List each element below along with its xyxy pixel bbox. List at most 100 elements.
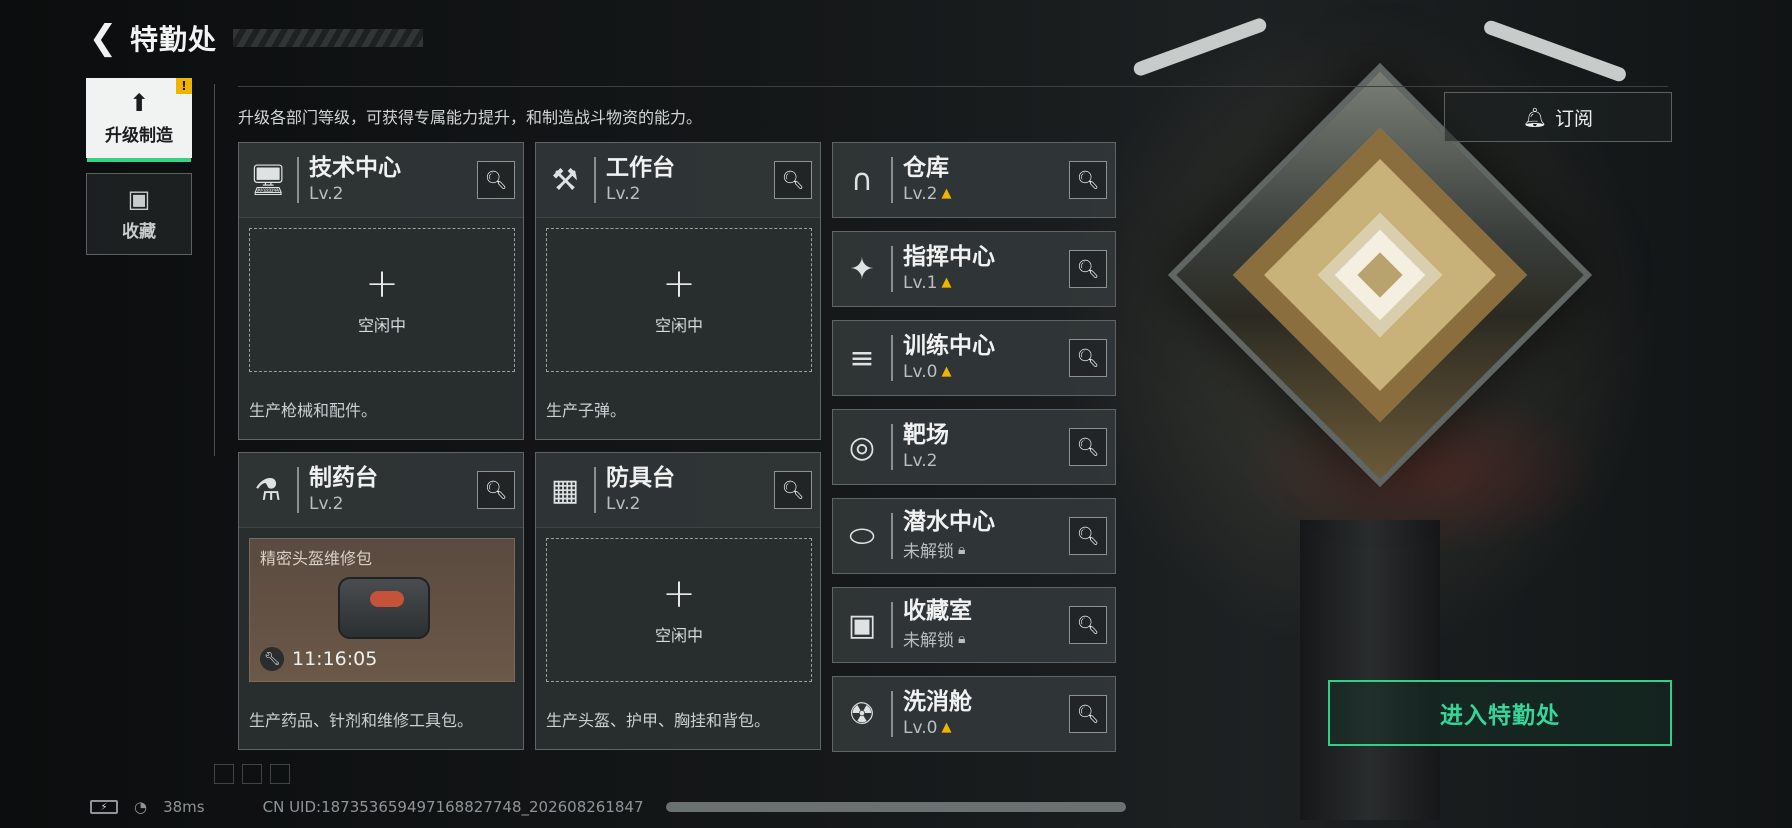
search-icon: 🔍︎ <box>1076 258 1100 280</box>
warehouse-icon: ∩ <box>851 162 873 198</box>
search-button[interactable]: 🔍︎ <box>774 471 812 509</box>
upgrade-icon: ⬆ <box>128 88 150 117</box>
crafting-timer: 11:16:05 <box>292 648 378 670</box>
title-decoration <box>233 29 424 47</box>
product-description: 生产头盔、护甲、胸挂和背包。 <box>546 711 771 730</box>
header: ❮ 特勤处 <box>86 18 424 58</box>
facility-level: 未解锁 <box>903 542 954 563</box>
tab-label: 收藏 <box>122 221 156 242</box>
search-icon: 🔍︎ <box>1076 347 1100 369</box>
facility-level: Lv.0 <box>903 717 938 738</box>
crafting-item-name: 精密头盔维修包 <box>260 549 373 568</box>
plus-icon: + <box>662 571 696 617</box>
upgrade-arrow-icon: ▲ <box>941 275 952 291</box>
search-button[interactable]: 🔍︎ <box>1069 695 1107 733</box>
facility-name: 指挥中心 <box>903 244 995 271</box>
search-icon: 🔍︎ <box>1076 525 1100 547</box>
facility-warehouse[interactable]: ∩ 仓库 Lv.2 ▲ 🔍︎ <box>832 142 1116 218</box>
search-icon: 🔍︎ <box>484 479 508 501</box>
search-icon: 🔍︎ <box>781 479 805 501</box>
search-icon: 🔍︎ <box>781 169 805 191</box>
facility-name: 仓库 <box>903 155 949 182</box>
cube-pillar <box>1300 520 1440 820</box>
search-icon: 🔍︎ <box>1076 436 1100 458</box>
search-button[interactable]: 🔍︎ <box>1069 606 1107 644</box>
search-icon: 🔍︎ <box>1076 703 1100 725</box>
facility-name: 收藏室 <box>903 597 972 624</box>
page-title: 特勤处 <box>130 23 218 56</box>
facility-level: 未解锁 <box>903 631 954 652</box>
back-arrow-icon[interactable]: ❮ <box>86 21 120 55</box>
card-pharmacy: ⚗ 制药台 Lv.2 🔍︎ 精密头盔维修包 🔧︎ 11:16:05 生产药品、针… <box>238 452 524 750</box>
alert-badge: ! <box>176 78 192 94</box>
facility-shooting-range[interactable]: ◎ 靶场 Lv.2 🔍︎ <box>832 409 1116 485</box>
card-level: Lv.2 <box>606 493 641 514</box>
card-name: 工作台 <box>606 155 675 182</box>
card-name: 技术中心 <box>309 155 401 182</box>
facility-name: 训练中心 <box>903 333 995 360</box>
facility-collection-room[interactable]: ▣ 收藏室 未解锁 🔒︎ 🔍︎ <box>832 587 1116 663</box>
workbench-icon: ⚒ <box>551 162 579 198</box>
facility-command-center[interactable]: ✦ 指挥中心 Lv.1 ▲ 🔍︎ <box>832 231 1116 307</box>
status-bar: ⚡ ◔ 38ms CN UID:18735365949716882774​8_2… <box>90 798 644 816</box>
facility-level: Lv.1 <box>903 272 938 293</box>
card-armor-bench: ▦ 防具台 Lv.2 🔍︎ + 空闲中 生产头盔、护甲、胸挂和背包。 <box>535 452 821 750</box>
card-level: Lv.2 <box>309 183 344 204</box>
facility-name: 潜水中心 <box>903 508 995 535</box>
craft-slot-empty[interactable]: + 空闲中 <box>546 538 812 682</box>
search-icon: 🔍︎ <box>484 169 508 191</box>
search-button[interactable]: 🔍︎ <box>1069 517 1107 555</box>
armor-bench-icon: ▦ <box>550 472 580 508</box>
plus-icon: + <box>662 261 696 307</box>
tab-label: 升级制造 <box>105 125 173 146</box>
tab-collection[interactable]: ▣ 收藏 <box>86 173 192 255</box>
facility-name: 洗消舱 <box>903 689 972 716</box>
bell-icon: 🔔︎ <box>1522 106 1548 129</box>
card-level: Lv.2 <box>606 183 641 204</box>
search-button[interactable]: 🔍︎ <box>477 471 515 509</box>
slot-status: 空闲中 <box>654 316 703 335</box>
subscribe-button[interactable]: 🔔︎ 订阅 <box>1444 92 1672 142</box>
helmet-repair-kit-image <box>338 577 430 639</box>
tech-center-icon: 🖥 <box>248 162 288 198</box>
facility-level: Lv.2 <box>903 450 938 471</box>
craft-slot-empty[interactable]: + 空闲中 <box>249 228 515 372</box>
upgrade-arrow-icon: ▲ <box>941 186 952 202</box>
craft-slot-active[interactable]: 精密头盔维修包 🔧︎ 11:16:05 <box>249 538 515 682</box>
facility-decon-chamber[interactable]: ☢ 洗消舱 Lv.0 ▲ 🔍︎ <box>832 676 1116 752</box>
shooting-range-icon: ◎ <box>848 429 876 465</box>
battery-icon: ⚡ <box>90 800 118 814</box>
decon-chamber-icon: ☢ <box>848 696 876 732</box>
home-indicator <box>666 802 1126 812</box>
collection-icon: ▣ <box>127 184 151 213</box>
upgrade-arrow-icon: ▲ <box>941 364 952 380</box>
search-button[interactable]: 🔍︎ <box>1069 339 1107 377</box>
facility-level: Lv.0 <box>903 361 938 382</box>
card-name: 制药台 <box>309 465 378 492</box>
wrench-icon: 🔧︎ <box>260 647 284 671</box>
bottom-decoration <box>214 764 290 784</box>
search-button[interactable]: 🔍︎ <box>1069 250 1107 288</box>
product-description: 生产子弹。 <box>546 401 627 420</box>
search-button[interactable]: 🔍︎ <box>1069 161 1107 199</box>
facility-diving-center[interactable]: ⬭ 潜水中心 未解锁 🔒︎ 🔍︎ <box>832 498 1116 574</box>
search-button[interactable]: 🔍︎ <box>774 161 812 199</box>
search-button[interactable]: 🔍︎ <box>1069 428 1107 466</box>
wifi-icon: ◔ <box>134 798 148 816</box>
pharmacy-icon: ⚗ <box>254 472 282 508</box>
craft-slot-empty[interactable]: + 空闲中 <box>546 228 812 372</box>
card-workbench: ⚒ 工作台 Lv.2 🔍︎ + 空闲中 生产子弹。 <box>535 142 821 440</box>
divider <box>214 84 215 456</box>
card-name: 防具台 <box>606 465 675 492</box>
search-button[interactable]: 🔍︎ <box>477 161 515 199</box>
training-center-icon: ≡ <box>849 340 875 376</box>
facility-training-center[interactable]: ≡ 训练中心 Lv.0 ▲ 🔍︎ <box>832 320 1116 396</box>
tab-upgrade-craft[interactable]: ! ⬆ 升级制造 <box>86 78 192 162</box>
enter-special-ops-button[interactable]: 进入特勤处 <box>1328 680 1672 746</box>
slot-status: 空闲中 <box>357 316 406 335</box>
user-uid: CN UID:18735365949716882774​8_20260826​1… <box>262 798 644 816</box>
ping: 38ms <box>163 798 205 816</box>
product-description: 生产枪械和配件。 <box>249 401 378 420</box>
divider <box>238 86 1668 87</box>
plus-icon: + <box>365 261 399 307</box>
